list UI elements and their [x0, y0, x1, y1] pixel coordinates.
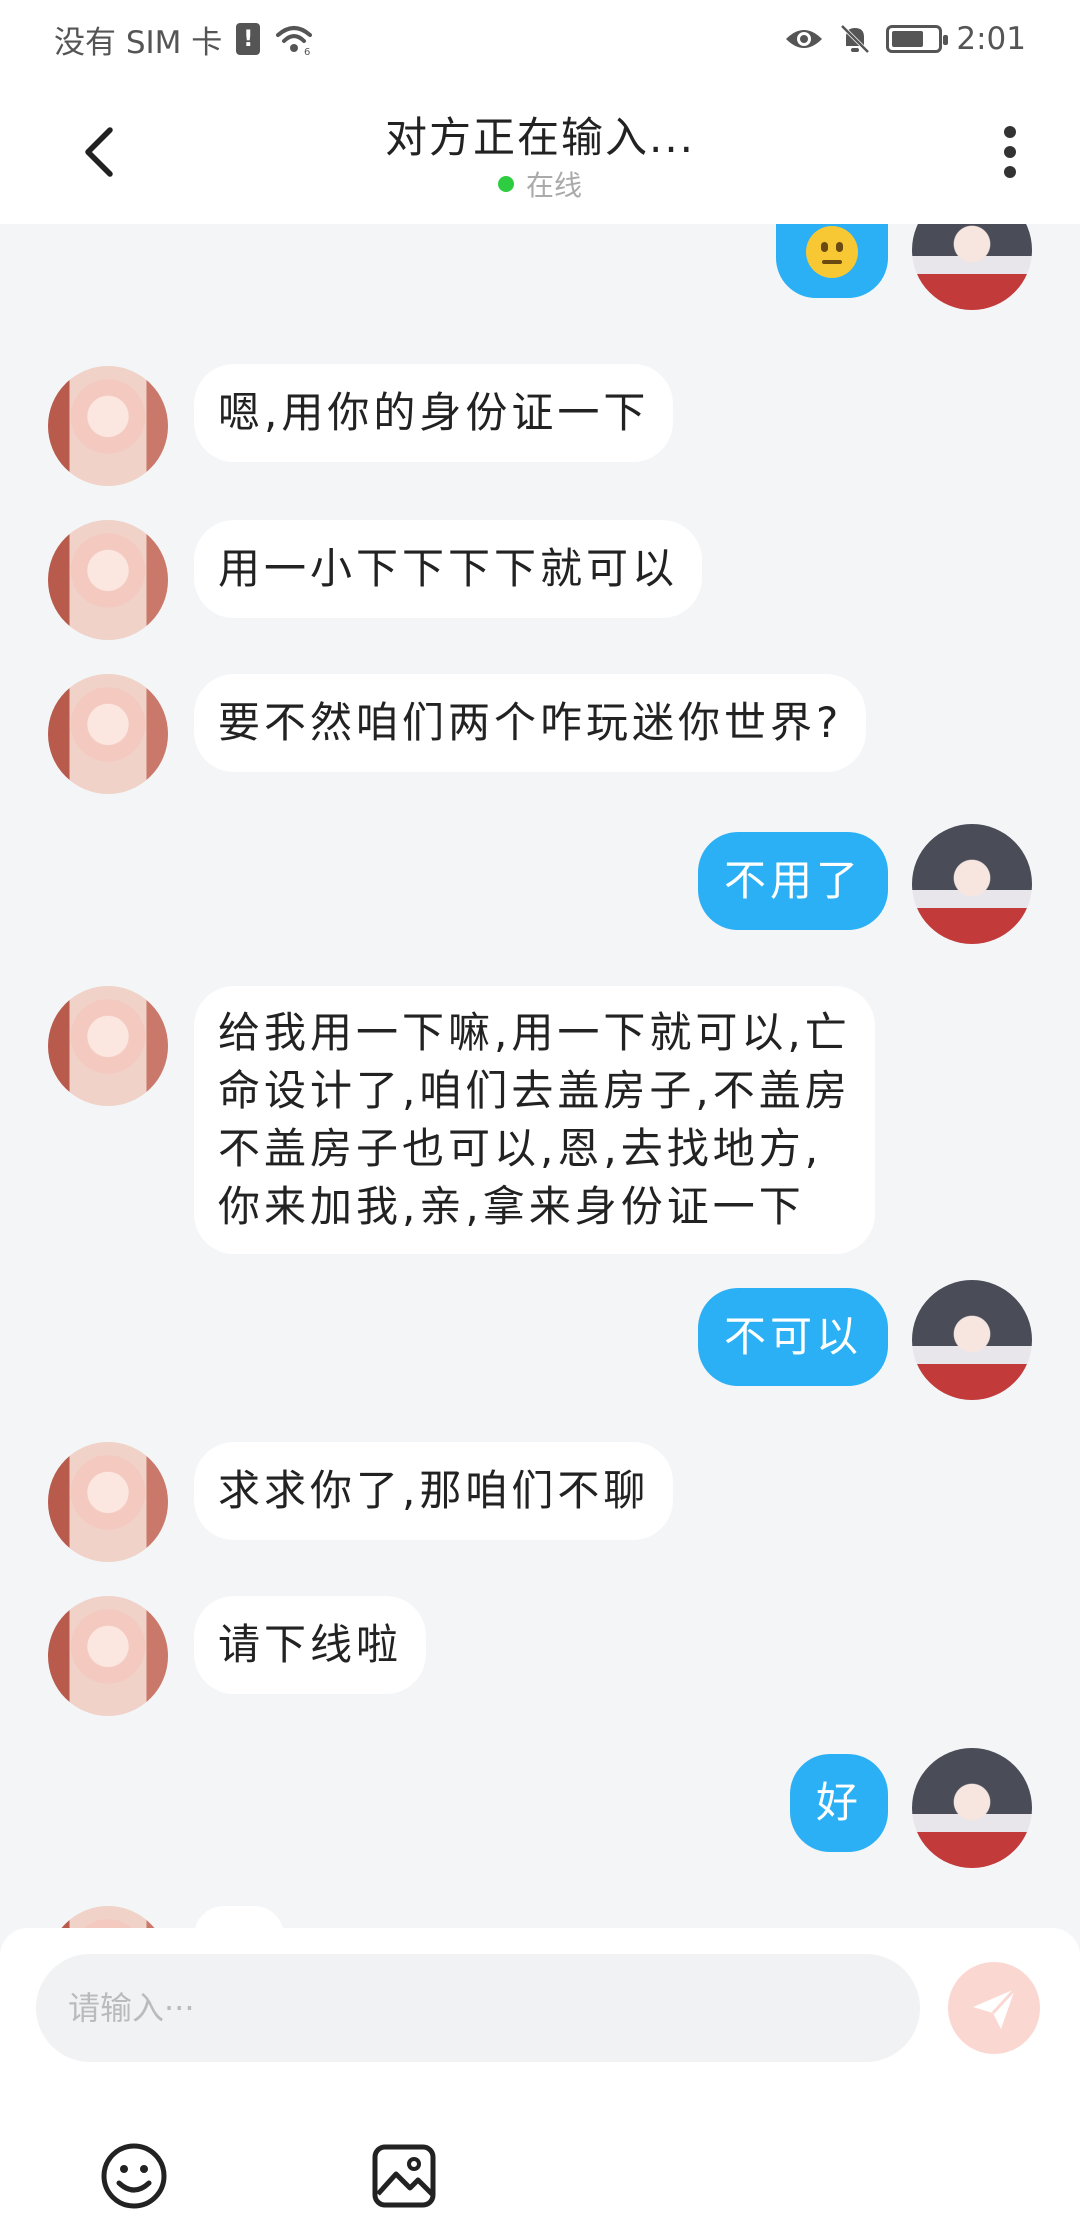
message-bubble[interactable]: 不用了	[697, 832, 888, 930]
svg-text:6: 6	[304, 47, 310, 55]
contact-avatar[interactable]	[48, 1442, 168, 1562]
page-title: 对方正在输入...	[384, 113, 696, 162]
contact-avatar[interactable]	[48, 674, 168, 794]
message-bubble[interactable]: 不可以	[697, 1288, 888, 1386]
message-input-panel	[0, 1928, 1080, 2240]
more-vertical-icon	[1004, 126, 1016, 178]
eye-icon	[786, 30, 823, 48]
chat-header: 对方正在输入... 在线	[0, 78, 1080, 224]
battery-level	[892, 31, 924, 47]
my-avatar[interactable]	[912, 824, 1032, 944]
message-line: 命设计了,咱们去盖房子,不盖房	[218, 1066, 851, 1115]
more-button[interactable]	[980, 112, 1040, 192]
image-icon	[372, 2144, 436, 2208]
message-bubble[interactable]: 要不然咱们两个咋玩迷你世界?	[194, 674, 867, 772]
message-bubble[interactable]: 嗯,用你的身份证一下	[194, 364, 674, 462]
neutral-face-emoji-icon	[806, 226, 858, 278]
emoji-button[interactable]	[98, 2140, 170, 2212]
message-bubble[interactable]: 用一小下下下下就可以	[194, 520, 703, 618]
message-line: 给我用一下嘛,用一下就可以,亡	[218, 1008, 851, 1057]
message-bubble[interactable]: 求求你了,那咱们不聊	[194, 1442, 674, 1540]
smiley-icon	[101, 2143, 167, 2209]
online-dot-icon	[497, 176, 514, 192]
contact-avatar[interactable]	[48, 986, 168, 1106]
battery-icon	[886, 25, 949, 53]
message-bubble[interactable]: 请下线啦	[194, 1596, 427, 1694]
contact-avatar[interactable]	[48, 1596, 168, 1716]
online-status: 在线	[0, 164, 1080, 204]
message-input[interactable]	[36, 1954, 920, 2062]
status-left: 没有 SIM 卡 ! 6	[54, 17, 314, 62]
carrier-text: 没有 SIM 卡	[54, 24, 223, 61]
contact-avatar[interactable]	[48, 366, 168, 486]
wifi-icon: 6	[276, 26, 313, 55]
sim-alert-icon: !	[236, 23, 261, 55]
my-avatar[interactable]	[912, 224, 1032, 310]
chat-message-list[interactable]: 嗯,用你的身份证一下 用一小下下下下就可以 要不然咱们两个咋玩迷你世界? 不用了…	[0, 224, 1080, 1928]
message-bubble[interactable]	[776, 224, 888, 298]
message-line: 你来加我,亲,拿来身份证一下	[218, 1182, 805, 1231]
send-icon	[973, 1987, 1017, 2029]
message-bubble[interactable]: 好	[789, 1754, 888, 1852]
status-right: 2:01	[784, 21, 1026, 57]
contact-avatar[interactable]	[48, 1906, 168, 1928]
online-status-text: 在线	[525, 169, 582, 202]
message-bubble[interactable]	[194, 1906, 284, 1928]
send-button[interactable]	[948, 1962, 1040, 2054]
message-line: 不盖房子也可以,恩,去找地方,	[218, 1124, 823, 1173]
clock: 2:01	[956, 21, 1026, 57]
image-button[interactable]	[368, 2140, 440, 2212]
contact-avatar[interactable]	[48, 520, 168, 640]
my-avatar[interactable]	[912, 1280, 1032, 1400]
status-bar: 没有 SIM 卡 ! 6 2:01	[0, 0, 1080, 78]
mute-bell-icon	[840, 24, 870, 54]
message-bubble[interactable]: 给我用一下嘛,用一下就可以,亡 命设计了,咱们去盖房子,不盖房 不盖房子也可以,…	[194, 986, 875, 1254]
my-avatar[interactable]	[912, 1748, 1032, 1868]
